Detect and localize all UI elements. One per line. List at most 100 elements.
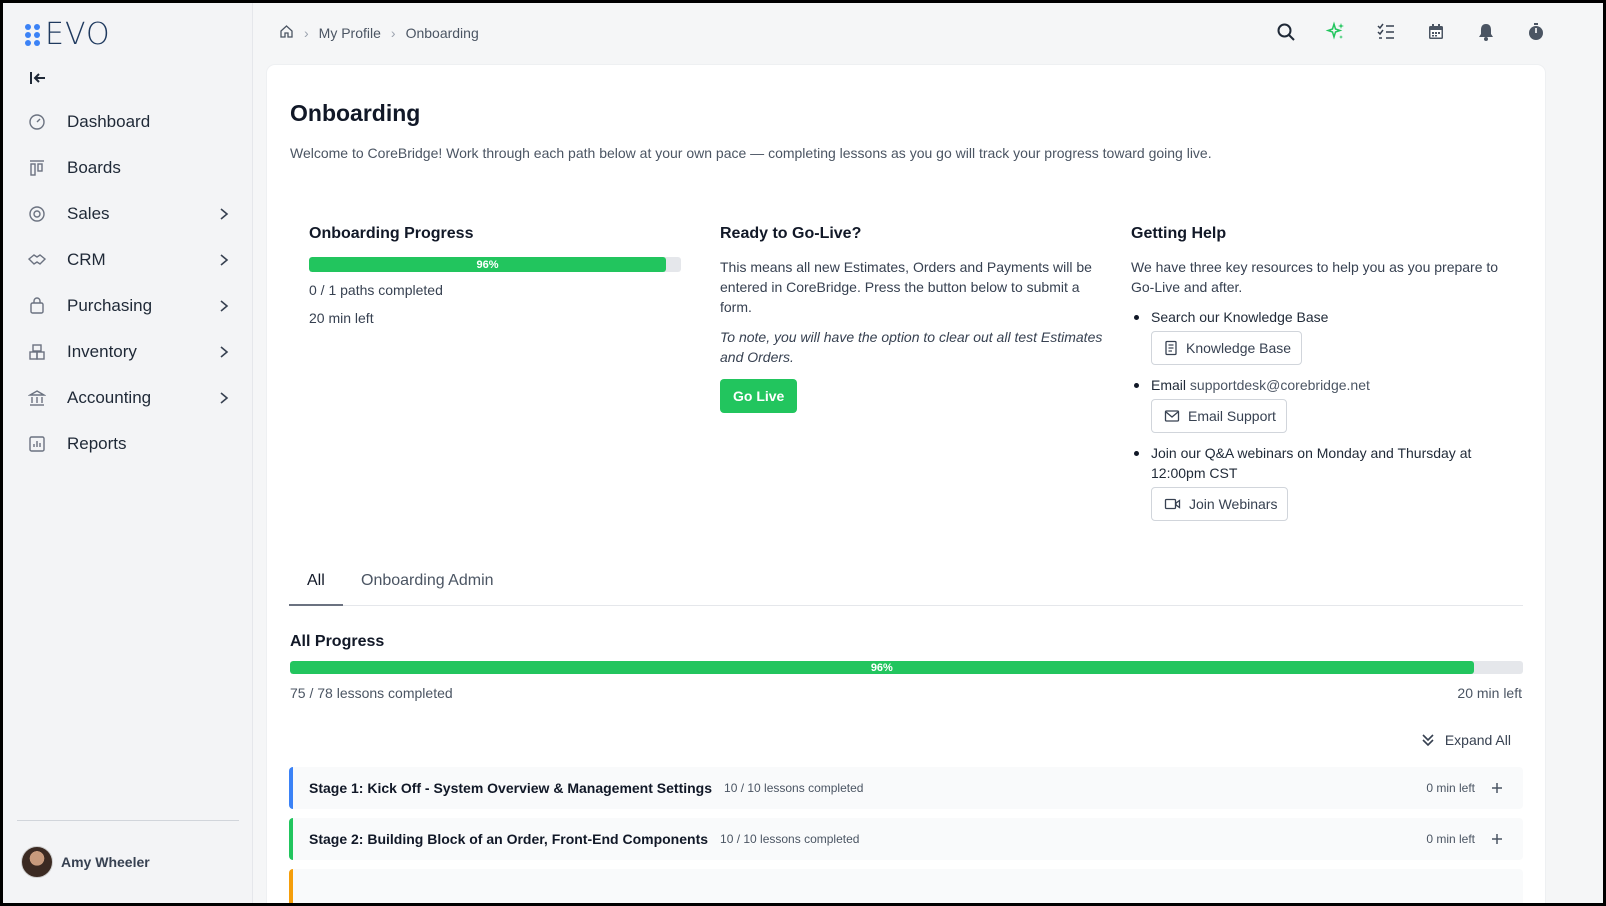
list-item: Search our Knowledge Base Knowledge Base xyxy=(1131,307,1516,365)
sidebar-divider xyxy=(17,820,239,821)
top-icons xyxy=(1275,21,1547,43)
email-support-label: Email Support xyxy=(1188,408,1276,424)
sidebar-item-sales[interactable]: Sales xyxy=(3,191,253,237)
sales-icon xyxy=(27,204,47,224)
mail-icon xyxy=(1164,410,1180,422)
double-chevron-down-icon xyxy=(1422,734,1434,747)
tasks-icon[interactable] xyxy=(1375,21,1397,43)
email-support-button[interactable]: Email Support xyxy=(1151,399,1287,433)
stage-time-left: 0 min left xyxy=(1426,832,1475,846)
sidebar-nav: Dashboard Boards Sales CRM Purchasing In… xyxy=(3,99,253,467)
purchasing-icon xyxy=(27,296,47,316)
sidebar-item-label: Sales xyxy=(67,204,110,223)
join-webinars-label: Join Webinars xyxy=(1189,496,1278,512)
go-live-button[interactable]: Go Live xyxy=(720,379,798,413)
welcome-text: Welcome to CoreBridge! Work through each… xyxy=(290,145,1212,161)
support-email[interactable]: supportdesk@corebridge.net xyxy=(1190,377,1370,393)
onboarding-card: Onboarding Welcome to CoreBridge! Work t… xyxy=(267,65,1545,903)
list-item: Join our Q&A webinars on Monday and Thur… xyxy=(1131,443,1516,521)
onboarding-progress-title: Onboarding Progress xyxy=(309,225,474,242)
chevron-right-icon xyxy=(217,391,231,405)
page-title: Onboarding xyxy=(290,100,421,126)
crm-icon xyxy=(27,250,47,270)
calendar-icon[interactable] xyxy=(1425,21,1447,43)
getting-help-title: Getting Help xyxy=(1131,225,1227,242)
expand-all-button[interactable]: Expand All xyxy=(1421,732,1511,748)
chevron-right-icon: › xyxy=(390,25,396,41)
breadcrumb-my-profile[interactable]: My Profile xyxy=(319,25,381,41)
getting-help-intro: We have three key resources to help you … xyxy=(1131,259,1499,295)
stage-row-partial[interactable] xyxy=(289,869,1523,903)
help-item-text: Join our Q&A webinars on Monday and Thur… xyxy=(1151,445,1472,481)
sidebar-item-label: Accounting xyxy=(67,388,152,407)
collapse-left-icon xyxy=(30,72,45,84)
knowledge-base-button[interactable]: Knowledge Base xyxy=(1151,331,1303,365)
collapse-sidebar-button[interactable] xyxy=(27,67,49,89)
chevron-right-icon xyxy=(217,299,231,313)
chevron-right-icon xyxy=(217,345,231,359)
sidebar-item-label: Reports xyxy=(67,434,127,453)
search-icon[interactable] xyxy=(1275,21,1297,43)
join-webinars-button[interactable]: Join Webinars xyxy=(1151,487,1289,521)
stage-row[interactable]: Stage 1: Kick Off - System Overview & Ma… xyxy=(289,767,1523,809)
sidebar-item-label: CRM xyxy=(67,250,106,269)
home-icon[interactable] xyxy=(279,24,294,42)
go-live-title: Ready to Go-Live? xyxy=(720,225,862,242)
sparkle-icon[interactable] xyxy=(1325,21,1347,43)
chevron-right-icon: › xyxy=(304,25,309,41)
stage-color-bar xyxy=(289,767,293,809)
go-live-section: Ready to Go-Live? This means all new Est… xyxy=(720,225,1105,413)
lessons-completed: 75 / 78 lessons completed xyxy=(290,685,453,701)
stage-time-left: 0 min left xyxy=(1426,781,1475,795)
time-left: 20 min left xyxy=(309,310,374,326)
sidebar-item-reports[interactable]: Reports xyxy=(3,421,253,467)
go-live-body: This means all new Estimates, Orders and… xyxy=(720,259,1092,315)
bell-icon[interactable] xyxy=(1475,21,1497,43)
sidebar-item-dashboard[interactable]: Dashboard xyxy=(3,99,253,145)
tab-onboarding-admin[interactable]: Onboarding Admin xyxy=(361,572,494,604)
plus-icon[interactable] xyxy=(1489,831,1505,847)
inventory-icon xyxy=(27,342,47,362)
avatar xyxy=(21,846,53,878)
stage-row[interactable]: Stage 2: Building Block of an Order, Fro… xyxy=(289,818,1523,860)
sidebar-item-boards[interactable]: Boards xyxy=(3,145,253,191)
sidebar-item-inventory[interactable]: Inventory xyxy=(3,329,253,375)
stage-lesson-count: 10 / 10 lessons completed xyxy=(720,832,860,846)
progress-fill: 96% xyxy=(309,257,667,272)
dashboard-icon xyxy=(27,112,47,132)
all-time-left: 20 min left xyxy=(1457,685,1522,701)
reports-icon xyxy=(27,434,47,454)
breadcrumb-onboarding: Onboarding xyxy=(405,25,479,41)
breadcrumb: › My Profile › Onboarding xyxy=(279,24,479,42)
all-progress-bar: 96% xyxy=(290,661,1523,674)
top-bar: › My Profile › Onboarding xyxy=(253,3,1603,63)
sidebar-item-accounting[interactable]: Accounting xyxy=(3,375,253,421)
knowledge-base-label: Knowledge Base xyxy=(1186,340,1292,356)
sidebar-item-label: Inventory xyxy=(67,342,137,361)
email-prefix: Email xyxy=(1151,377,1187,393)
sidebar-item-label: Boards xyxy=(67,158,121,177)
go-live-note: To note, you will have the option to cle… xyxy=(720,329,1103,365)
logo-text: EVO xyxy=(45,17,111,52)
stopwatch-icon[interactable] xyxy=(1525,21,1547,43)
app-logo[interactable]: EVO xyxy=(25,17,111,52)
chevron-right-icon xyxy=(217,253,231,267)
accounting-icon xyxy=(27,388,47,408)
sidebar-item-purchasing[interactable]: Purchasing xyxy=(3,283,253,329)
sidebar: EVO Dashboard Boards Sales CRM Purchasin… xyxy=(3,3,253,903)
onboarding-progress-bar: 96% xyxy=(309,257,681,272)
sidebar-item-label: Dashboard xyxy=(67,112,151,131)
plus-icon[interactable] xyxy=(1489,780,1505,796)
logo-mark-icon xyxy=(25,22,41,48)
boards-icon xyxy=(27,158,47,178)
user-profile[interactable]: Amy Wheeler xyxy=(21,846,150,878)
stage-color-bar xyxy=(289,869,293,903)
stage-title: Stage 1: Kick Off - System Overview & Ma… xyxy=(309,780,713,796)
chevron-right-icon xyxy=(217,207,231,221)
tab-all[interactable]: All xyxy=(289,572,343,606)
all-progress-title: All Progress xyxy=(290,633,385,650)
sidebar-item-crm[interactable]: CRM xyxy=(3,237,253,283)
help-list: Search our Knowledge Base Knowledge Base… xyxy=(1131,307,1516,521)
user-name: Amy Wheeler xyxy=(61,854,150,870)
sidebar-item-label: Purchasing xyxy=(67,296,153,315)
